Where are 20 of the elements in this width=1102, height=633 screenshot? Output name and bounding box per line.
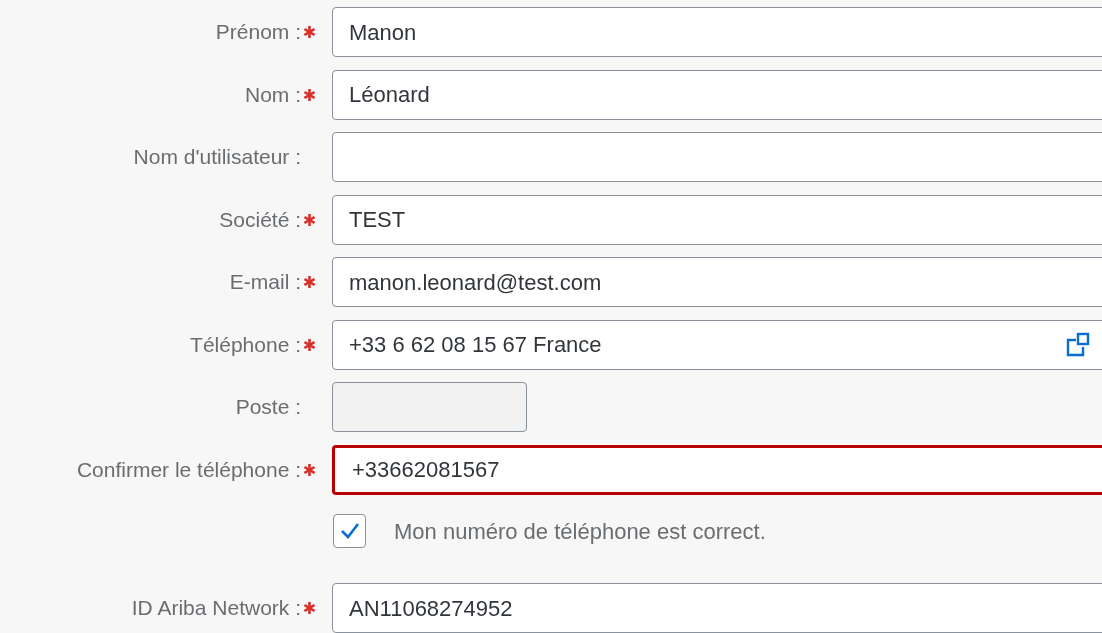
input-field[interactable]: +33662081567	[332, 444, 1102, 495]
input-field[interactable]: +33 6 62 08 15 67 France	[332, 319, 1102, 370]
field-label: ID Ariba Network :	[131, 595, 301, 622]
input-field[interactable]: Léonard	[332, 69, 1102, 120]
input-field[interactable]: TEST	[332, 194, 1102, 245]
field-label: Poste :	[235, 394, 301, 421]
input-field[interactable]: manon.leonard@test.com	[332, 257, 1102, 307]
field-label: Confirmer le téléphone :	[76, 456, 301, 483]
field-label: Nom :	[245, 81, 301, 108]
field-label: Téléphone :	[190, 331, 301, 358]
field-label: Société :	[219, 206, 301, 233]
field-label: Prénom :	[215, 19, 301, 46]
field-label: Nom d'utilisateur :	[133, 144, 301, 171]
checkbox[interactable]	[333, 514, 366, 549]
input-field[interactable]: Manon	[332, 7, 1102, 57]
copy-icon[interactable]	[1065, 331, 1091, 358]
input-field[interactable]: AN11068274952	[332, 583, 1102, 633]
check-icon	[339, 522, 360, 541]
checkbox-label: Mon numéro de téléphone est correct.	[394, 517, 766, 546]
field-label: E-mail :	[229, 269, 301, 296]
